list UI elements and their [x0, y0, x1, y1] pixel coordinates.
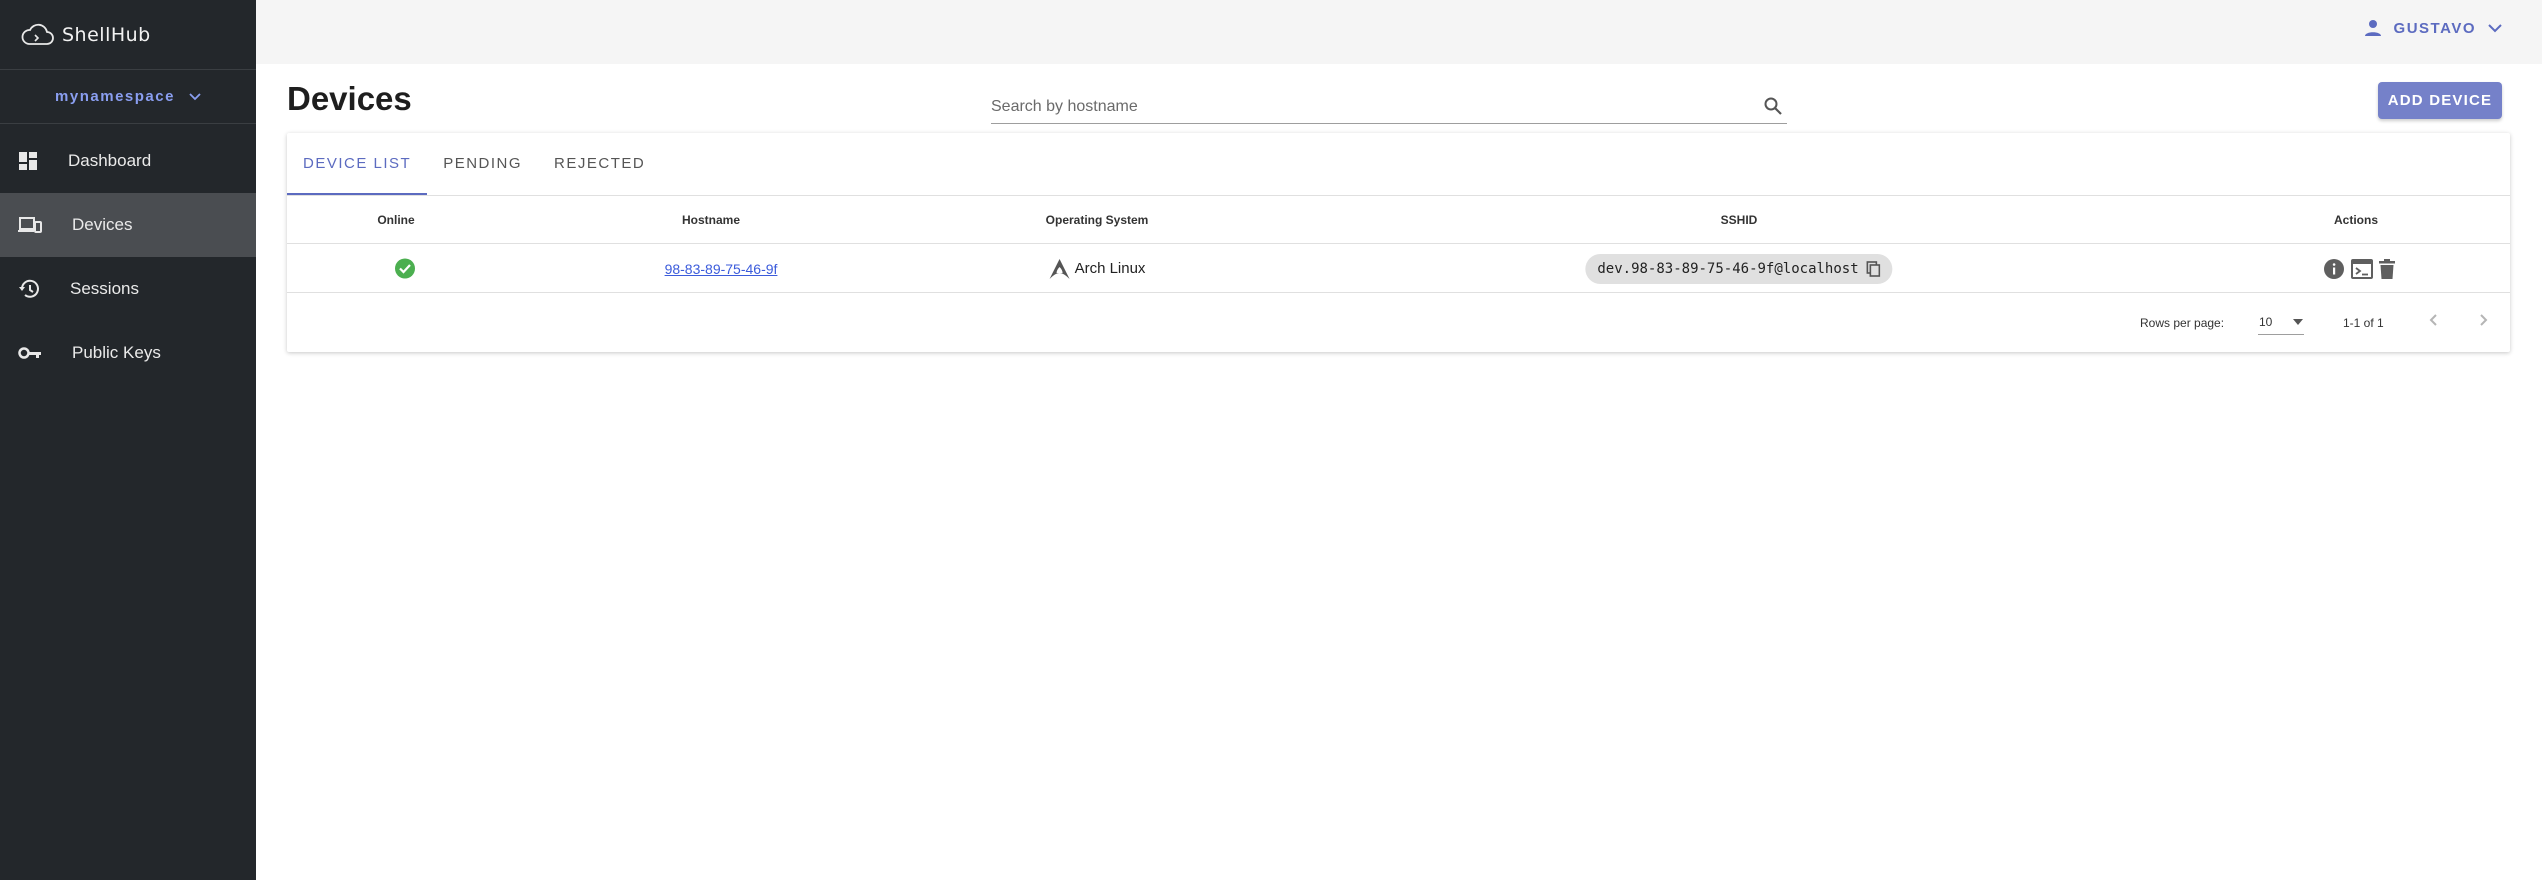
- app-name: ShellHub: [62, 23, 151, 46]
- namespace-label: mynamespace: [55, 88, 175, 105]
- actions-cell: [2323, 244, 2395, 293]
- namespace-selector[interactable]: mynamespace: [0, 70, 256, 124]
- devices-icon: [18, 215, 42, 235]
- sidebar-item-label: Public Keys: [72, 343, 161, 362]
- pagination-range: 1-1 of 1: [2343, 316, 2384, 330]
- sshid-chip[interactable]: dev.98-83-89-75-46-9f@localhost: [1585, 253, 1893, 284]
- sidebar-item-dashboard[interactable]: Dashboard: [0, 129, 256, 193]
- sshid-cell: dev.98-83-89-75-46-9f@localhost: [1585, 244, 1893, 293]
- search-input[interactable]: [991, 92, 1787, 122]
- devices-table: Online Hostname Operating System SSHID A…: [287, 196, 2510, 352]
- search-icon[interactable]: [1763, 96, 1783, 121]
- tab-pending[interactable]: PENDING: [427, 133, 538, 195]
- sidebar-nav: Dashboard Devices Sessions Public Keys: [0, 129, 256, 385]
- devices-card: DEVICE LIST PENDING REJECTED Online Host…: [287, 133, 2510, 352]
- terminal-icon[interactable]: [2351, 258, 2373, 279]
- user-menu[interactable]: GUSTAVO: [2364, 19, 2502, 37]
- sshid-text: dev.98-83-89-75-46-9f@localhost: [1597, 260, 1859, 277]
- os-cell: Arch Linux: [1049, 244, 1146, 293]
- history-icon: [18, 279, 40, 299]
- sidebar-item-sessions[interactable]: Sessions: [0, 257, 256, 321]
- table-row: 98-83-89-75-46-9f Arch Linux dev.98-83-8…: [287, 244, 2510, 293]
- account-icon: [2364, 19, 2382, 37]
- hostname-link[interactable]: 98-83-89-75-46-9f: [665, 261, 778, 277]
- device-tabs: DEVICE LIST PENDING REJECTED: [287, 133, 2510, 196]
- previous-page-icon[interactable]: [2424, 310, 2444, 333]
- sidebar-item-public-keys[interactable]: Public Keys: [0, 321, 256, 385]
- tab-device-list[interactable]: DEVICE LIST: [287, 133, 428, 195]
- tab-rejected[interactable]: REJECTED: [538, 133, 661, 195]
- user-name: GUSTAVO: [2393, 19, 2476, 37]
- column-header-actions: Actions: [2333, 213, 2379, 227]
- dropdown-arrow-icon: [2292, 318, 2304, 326]
- sidebar-item-label: Dashboard: [68, 151, 152, 170]
- arch-linux-icon: [1049, 258, 1071, 280]
- sidebar-item-label: Devices: [72, 215, 133, 234]
- dashboard-icon: [18, 151, 38, 171]
- copy-icon[interactable]: [1866, 260, 1881, 277]
- hostname-cell: 98-83-89-75-46-9f: [665, 244, 778, 293]
- column-header-operating-system[interactable]: Operating System: [1046, 213, 1149, 227]
- os-name: Arch Linux: [1074, 260, 1146, 277]
- table-header: Online Hostname Operating System SSHID A…: [287, 196, 2510, 244]
- sidebar-item-label: Sessions: [70, 279, 139, 298]
- key-icon: [18, 346, 42, 360]
- rows-per-page-select[interactable]: 10: [2258, 309, 2304, 335]
- column-header-sshid[interactable]: SSHID: [1721, 213, 1758, 227]
- online-status-icon: [395, 244, 416, 293]
- search-field: [991, 92, 1787, 124]
- table-footer: Rows per page: 10 1-1 of 1: [287, 293, 2510, 352]
- cloud-logo-icon: [20, 22, 56, 48]
- chevron-down-icon: [189, 92, 201, 101]
- app-logo[interactable]: ShellHub: [0, 0, 256, 70]
- delete-icon[interactable]: [2379, 258, 2395, 279]
- next-page-icon[interactable]: [2473, 310, 2493, 333]
- sidebar-item-devices[interactable]: Devices: [0, 193, 256, 257]
- column-header-hostname[interactable]: Hostname: [682, 213, 740, 227]
- column-header-online[interactable]: Online: [377, 213, 414, 227]
- page-title: Devices: [287, 80, 412, 117]
- rows-per-page-label: Rows per page:: [2140, 316, 2225, 330]
- sidebar: ShellHub mynamespace Dashboard Devices S…: [0, 0, 256, 880]
- add-device-button[interactable]: ADD DEVICE: [2378, 82, 2502, 119]
- top-app-bar: GUSTAVO: [256, 0, 2542, 64]
- rows-per-page-value: 10: [2259, 314, 2273, 329]
- info-icon[interactable]: [2323, 258, 2345, 280]
- chevron-down-icon: [2488, 23, 2502, 33]
